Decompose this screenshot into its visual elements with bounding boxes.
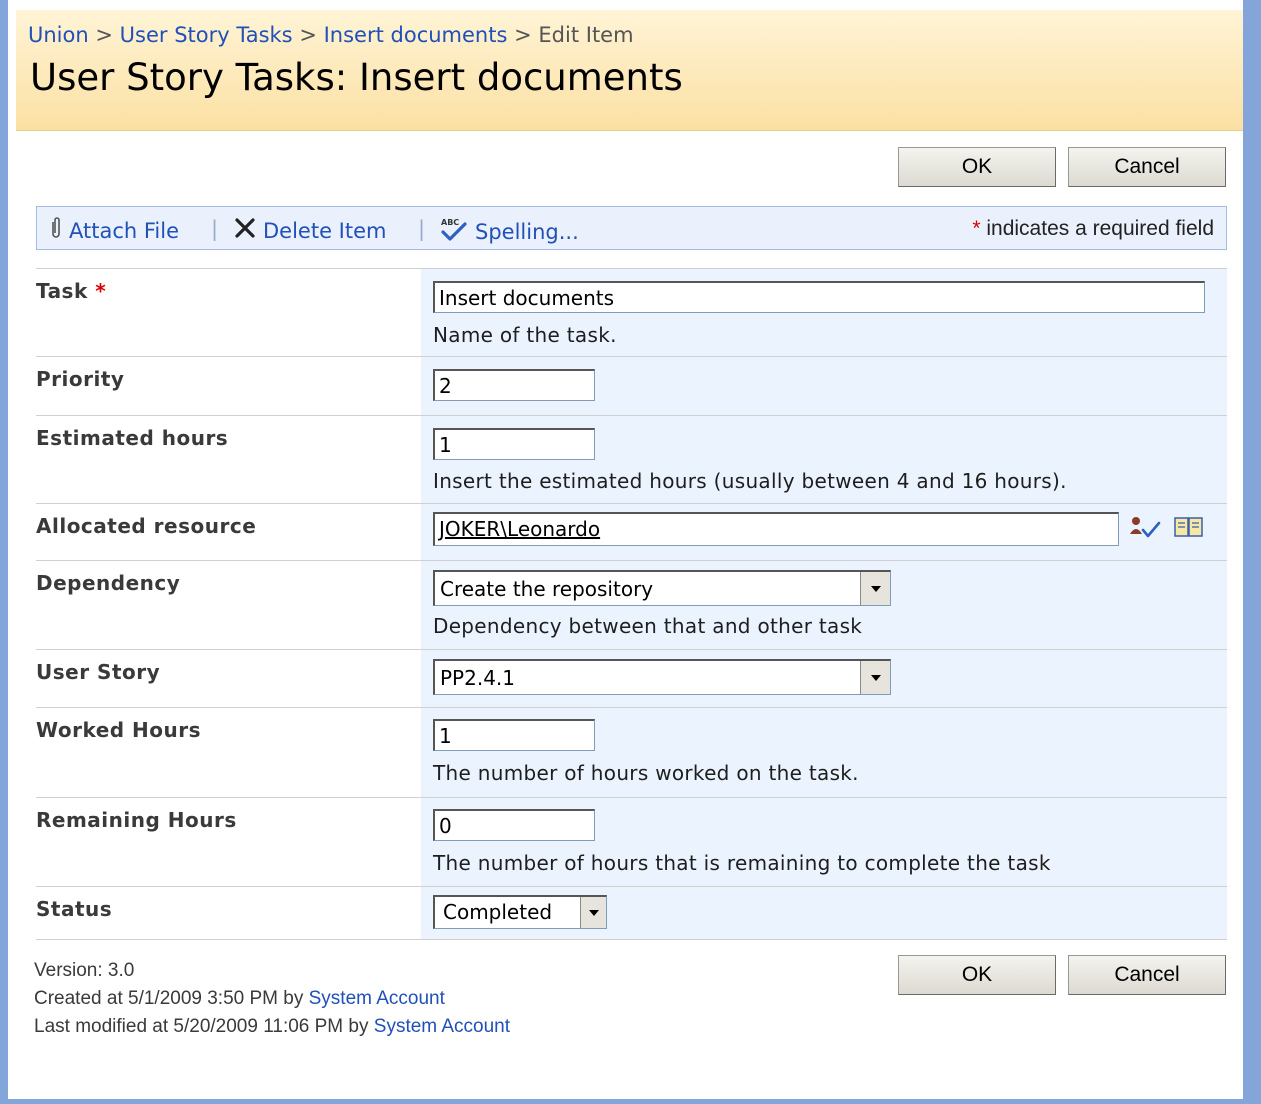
user-story-label: User Story (36, 660, 161, 684)
spellcheck-icon: ABC (439, 216, 469, 247)
required-star: * (972, 217, 981, 240)
window-frame-right (1243, 0, 1261, 1104)
form-row-estimated-hours: Estimated hours 1 Insert the estimated h… (36, 416, 1227, 504)
ok-button-top[interactable]: OK (898, 147, 1056, 187)
attach-file-label: Attach File (69, 218, 180, 243)
task-label: Task * (36, 279, 106, 303)
allocated-resource-label: Allocated resource (36, 514, 257, 538)
dependency-selected-value: Create the repository (440, 577, 654, 601)
item-metadata: Version: 3.0 Created at 5/1/2009 3:50 PM… (34, 957, 510, 1041)
breadcrumb-link-user-story-tasks[interactable]: User Story Tasks (120, 23, 293, 47)
task-required-star: * (95, 279, 107, 303)
allocated-resource-input[interactable]: JOKER\Leonardo (433, 512, 1119, 546)
form-toolbar: Attach File | Delete Item | ABC Spelling… (36, 206, 1227, 250)
address-book-icon[interactable] (1173, 515, 1205, 543)
window-frame-left (0, 0, 8, 1104)
created-text: Created at 5/1/2009 3:50 PM by (34, 988, 304, 1009)
remaining-hours-label: Remaining Hours (36, 808, 237, 832)
required-note-text: indicates a required field (986, 217, 1214, 240)
spelling-label: Spelling... (475, 219, 579, 244)
task-input[interactable]: Insert documents (433, 281, 1205, 313)
breadcrumb-link-insert-documents[interactable]: Insert documents (324, 23, 508, 47)
form-row-status: Status Completed (36, 887, 1227, 940)
form-row-task: Task * Insert documents Name of the task… (36, 269, 1227, 357)
task-description: Name of the task. (433, 323, 617, 347)
breadcrumb-separator: > (95, 23, 113, 47)
breadcrumb-separator: > (514, 23, 532, 47)
form-row-remaining-hours: Remaining Hours 0 The number of hours th… (36, 798, 1227, 887)
worked-hours-input[interactable]: 1 (433, 719, 595, 751)
worked-hours-label: Worked Hours (36, 718, 202, 742)
form-row-priority: Priority 2 (36, 357, 1227, 416)
task-label-text: Task (36, 279, 88, 303)
status-select[interactable]: Completed (433, 895, 607, 929)
breadcrumb-link-union[interactable]: Union (28, 23, 89, 47)
chevron-down-icon[interactable] (580, 897, 606, 928)
estimated-hours-description: Insert the estimated hours (usually betw… (433, 469, 1067, 493)
version-text: Version: 3.0 (34, 960, 135, 981)
modified-text: Last modified at 5/20/2009 11:06 PM by (34, 1016, 369, 1037)
form-row-user-story: User Story PP2.4.1 (36, 650, 1227, 708)
breadcrumb-current: Edit Item (538, 23, 634, 47)
remaining-hours-input[interactable]: 0 (433, 809, 595, 841)
estimated-hours-input[interactable]: 1 (433, 428, 595, 460)
estimated-hours-label: Estimated hours (36, 426, 229, 450)
ok-button-bottom[interactable]: OK (898, 955, 1056, 995)
status-selected-value: Completed (443, 900, 553, 924)
chevron-down-icon[interactable] (860, 572, 890, 605)
title-area: Union > User Story Tasks > Insert docume… (16, 10, 1243, 131)
user-story-selected-value: PP2.4.1 (440, 666, 516, 690)
spelling-button[interactable]: ABC Spelling... (439, 216, 579, 247)
toolbar-separator: | (418, 217, 426, 241)
window-frame-bottom (0, 1099, 1261, 1104)
chevron-down-icon[interactable] (860, 661, 890, 694)
created-line: Created at 5/1/2009 3:50 PM by System Ac… (34, 985, 510, 1013)
cancel-button-top[interactable]: Cancel (1068, 147, 1226, 187)
delete-item-button[interactable]: Delete Item (233, 216, 386, 245)
form-row-dependency: Dependency Create the repository Depende… (36, 561, 1227, 650)
required-field-note: * indicates a required field (972, 217, 1214, 241)
user-story-select[interactable]: PP2.4.1 (433, 659, 891, 695)
paperclip-icon (49, 216, 63, 245)
dependency-label: Dependency (36, 571, 181, 595)
x-icon (233, 216, 257, 245)
created-by-link[interactable]: System Account (309, 988, 445, 1009)
check-names-icon[interactable] (1128, 514, 1162, 544)
toolbar-separator: | (211, 217, 219, 241)
status-label: Status (36, 897, 113, 921)
form-row-allocated-resource: Allocated resource JOKER\Leonardo (36, 504, 1227, 561)
dependency-description: Dependency between that and other task (433, 614, 863, 638)
modified-by-link[interactable]: System Account (374, 1016, 510, 1037)
priority-input[interactable]: 2 (433, 369, 595, 401)
breadcrumb-separator: > (299, 23, 317, 47)
attach-file-button[interactable]: Attach File (49, 216, 179, 245)
remaining-hours-description: The number of hours that is remaining to… (433, 851, 1051, 875)
form-row-worked-hours: Worked Hours 1 The number of hours worke… (36, 708, 1227, 798)
modified-line: Last modified at 5/20/2009 11:06 PM by S… (34, 1013, 510, 1041)
svg-text:ABC: ABC (441, 218, 459, 227)
page-title: User Story Tasks: Insert documents (30, 56, 683, 99)
delete-item-label: Delete Item (263, 218, 387, 243)
dependency-select[interactable]: Create the repository (433, 570, 891, 606)
cancel-button-bottom[interactable]: Cancel (1068, 955, 1226, 995)
priority-label: Priority (36, 367, 125, 391)
worked-hours-description: The number of hours worked on the task. (433, 761, 859, 785)
edit-form: Task * Insert documents Name of the task… (36, 268, 1227, 940)
breadcrumb: Union > User Story Tasks > Insert docume… (28, 23, 634, 47)
